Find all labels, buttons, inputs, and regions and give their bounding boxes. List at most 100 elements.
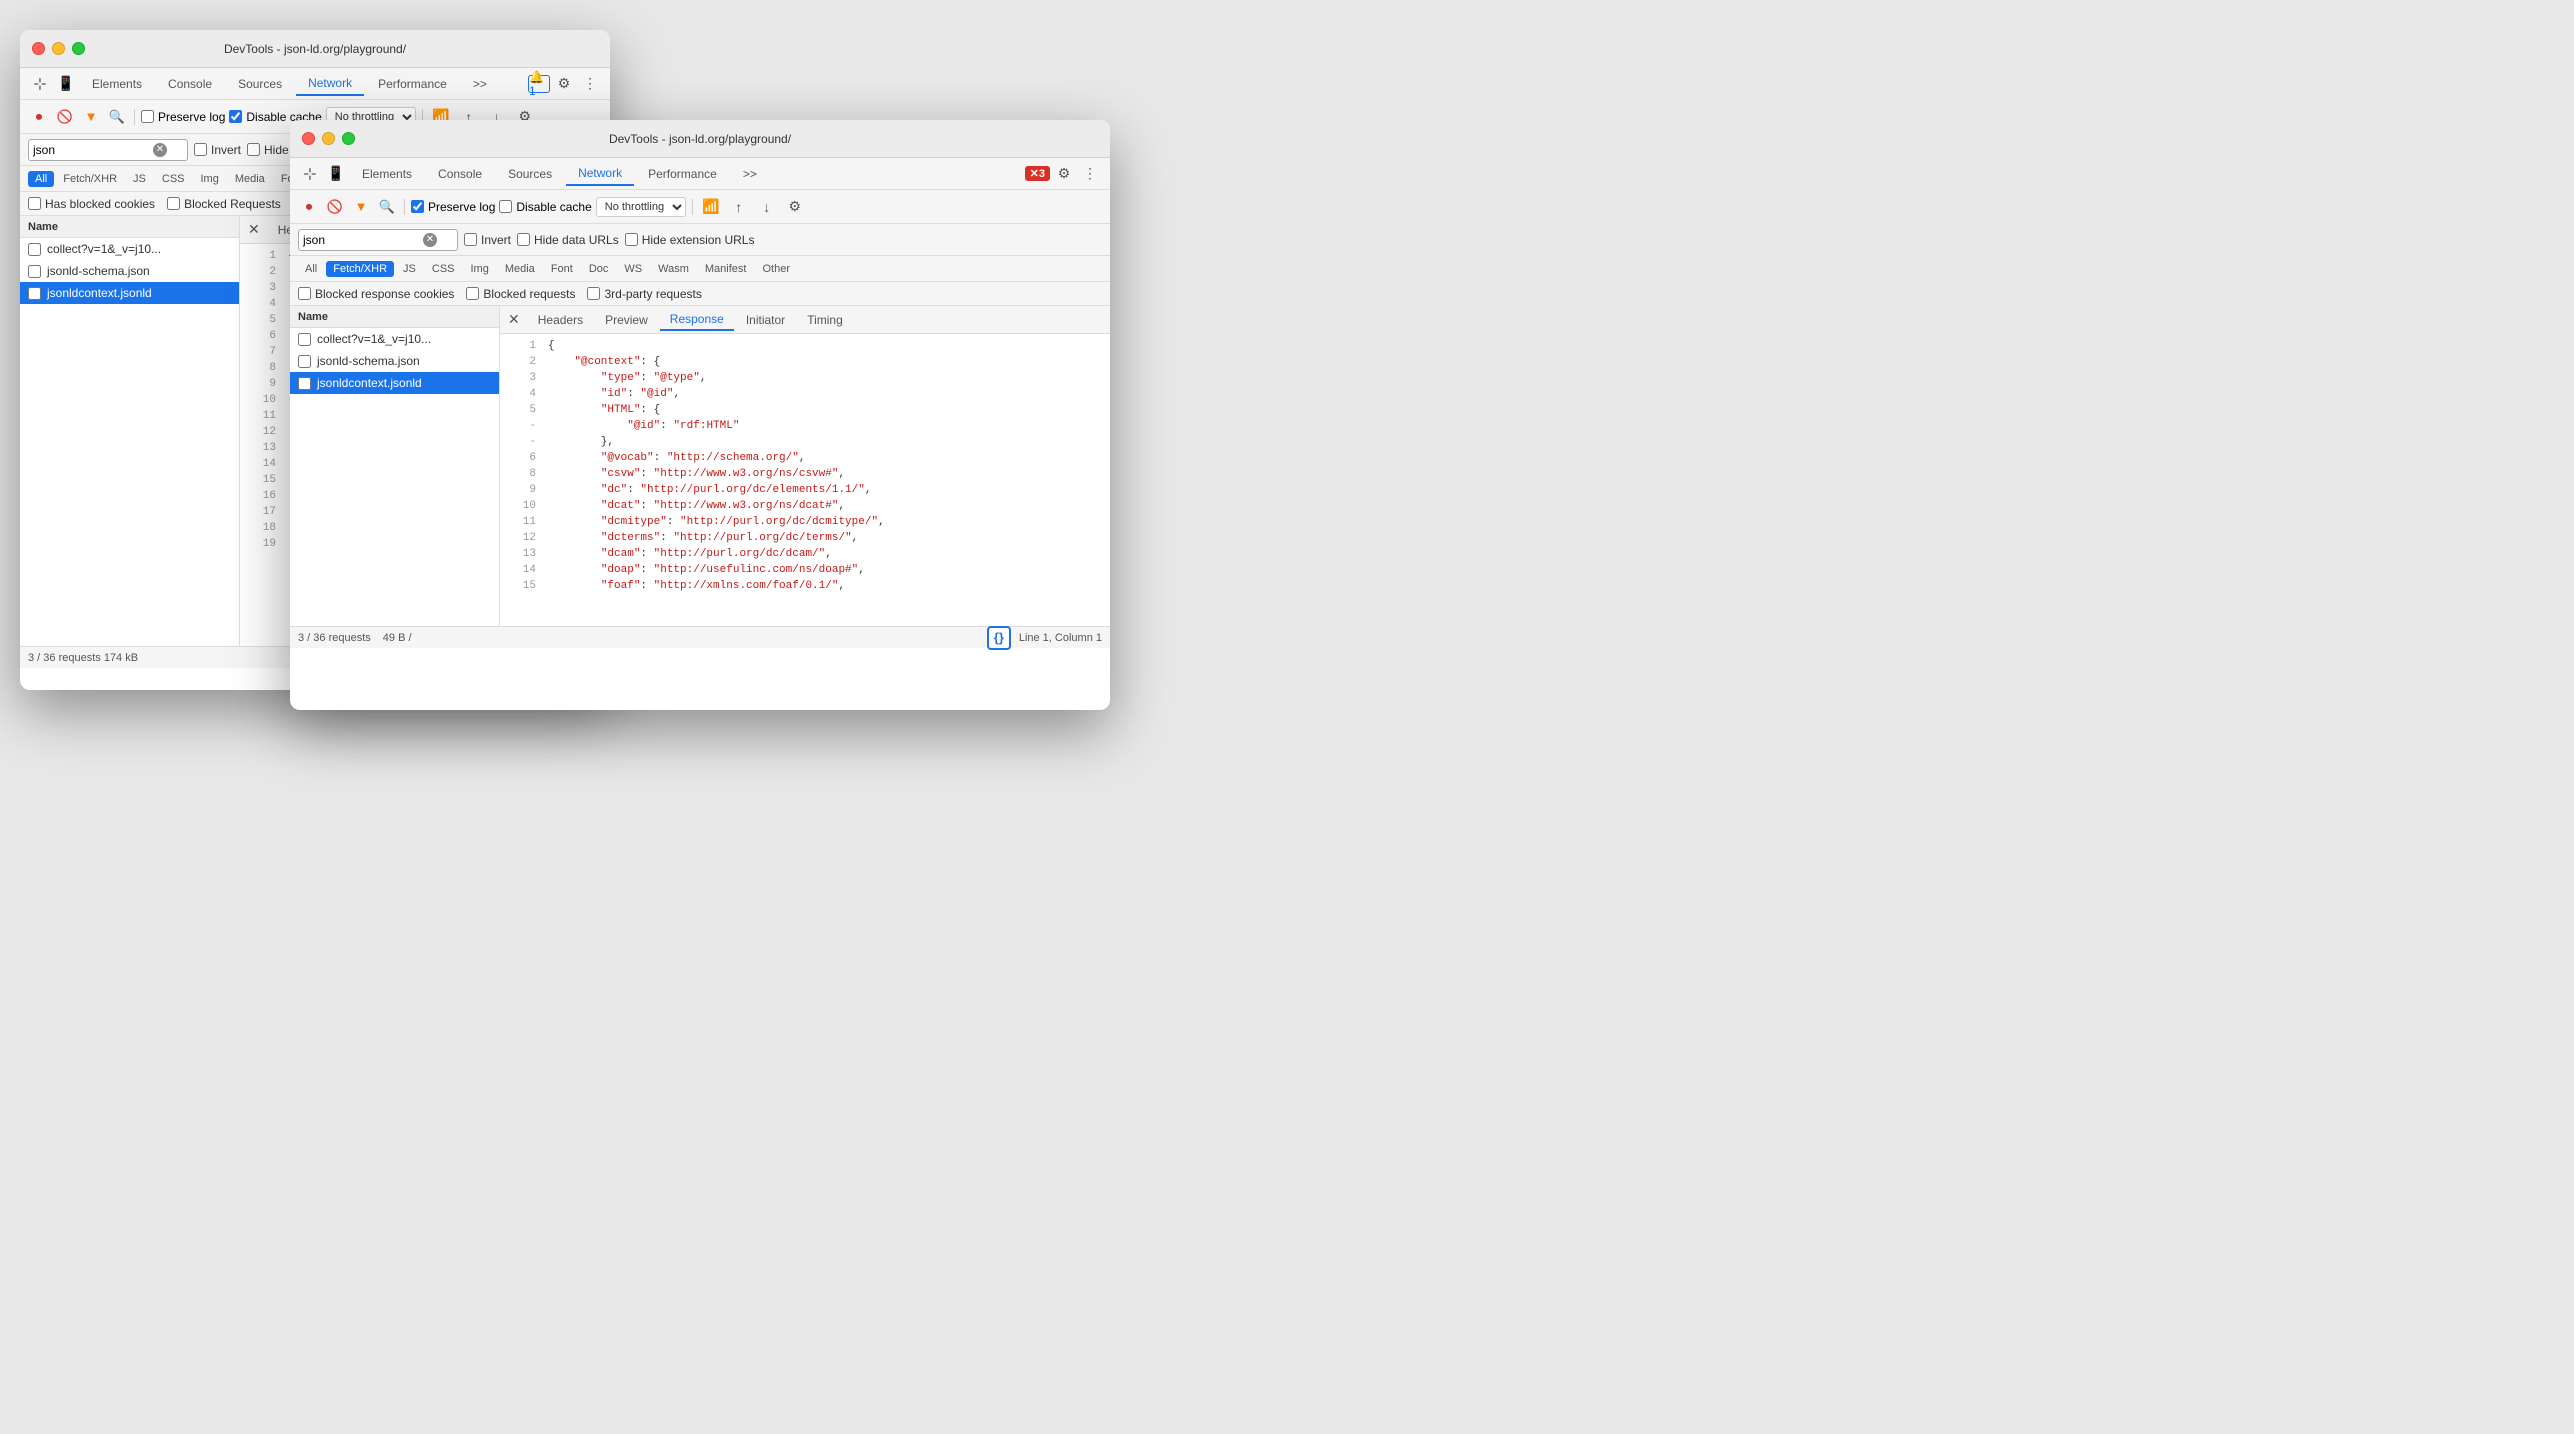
tab-performance[interactable]: Performance	[366, 73, 459, 95]
front-error-badge[interactable]: ✕ 3	[1025, 166, 1050, 181]
front-more-icon[interactable]: ⋮	[1078, 162, 1102, 186]
notifications-icon[interactable]: 🔔 1	[528, 75, 550, 93]
minimize-button[interactable]	[52, 42, 65, 55]
front-detail-response[interactable]: Response	[660, 309, 734, 331]
file-item-2[interactable]: jsonld-schema.json	[20, 260, 239, 282]
front-download-icon[interactable]: ↓	[755, 195, 779, 219]
front-tab-elements[interactable]: Elements	[350, 163, 424, 185]
front-filter-manifest[interactable]: Manifest	[698, 261, 754, 277]
front-detail-headers[interactable]: Headers	[528, 310, 593, 330]
tab-console[interactable]: Console	[156, 73, 224, 95]
front-preserve-log-checkbox[interactable]	[411, 200, 424, 213]
tab-sources[interactable]: Sources	[226, 73, 294, 95]
front-hide-data-urls-checkbox[interactable]	[517, 233, 530, 246]
tab-more[interactable]: >>	[461, 73, 499, 95]
pretty-print-button[interactable]: {}	[987, 626, 1011, 650]
front-hide-extension-urls-label[interactable]: Hide extension URLs	[625, 233, 755, 247]
file-checkbox-3[interactable]	[28, 287, 41, 300]
filter-media[interactable]: Media	[228, 171, 272, 187]
preserve-log-label[interactable]: Preserve log	[141, 110, 225, 124]
hide-data-urls-checkbox[interactable]	[247, 143, 260, 156]
close-button[interactable]	[32, 42, 45, 55]
maximize-button[interactable]	[72, 42, 85, 55]
front-filter-all[interactable]: All	[298, 261, 324, 277]
front-tab-network[interactable]: Network	[566, 162, 634, 186]
filter-fetch-xhr[interactable]: Fetch/XHR	[56, 171, 124, 187]
front-clear-button[interactable]: 🚫	[324, 196, 346, 218]
blocked-cookies-label[interactable]: Has blocked cookies	[28, 197, 155, 211]
invert-checkbox[interactable]	[194, 143, 207, 156]
front-detail-timing[interactable]: Timing	[797, 310, 853, 330]
disable-cache-checkbox[interactable]	[229, 110, 242, 123]
front-tab-performance[interactable]: Performance	[636, 163, 729, 185]
front-inspect-icon[interactable]: ⊹	[298, 162, 322, 186]
front-invert-checkbox[interactable]	[464, 233, 477, 246]
front-hide-data-urls-label[interactable]: Hide data URLs	[517, 233, 619, 247]
filter-js[interactable]: JS	[126, 171, 153, 187]
preserve-log-checkbox[interactable]	[141, 110, 154, 123]
front-device-icon[interactable]: 📱	[324, 162, 348, 186]
record-button[interactable]: ⏺	[28, 106, 50, 128]
front-hide-extension-urls-checkbox[interactable]	[625, 233, 638, 246]
front-blocked-requests-checkbox[interactable]	[466, 287, 479, 300]
front-upload-icon[interactable]: ↑	[727, 195, 751, 219]
front-close-button[interactable]	[302, 132, 315, 145]
front-filter-ws[interactable]: WS	[617, 261, 649, 277]
device-icon[interactable]: 📱	[54, 72, 78, 96]
front-file-item-2[interactable]: jsonld-schema.json	[290, 350, 499, 372]
back-search-box[interactable]: ✕	[28, 139, 188, 161]
front-filter-img[interactable]: Img	[464, 261, 496, 277]
front-close-detail-button[interactable]: ✕	[508, 311, 520, 328]
front-settings-icon[interactable]: ⚙	[1052, 162, 1076, 186]
blocked-cookies-checkbox[interactable]	[28, 197, 41, 210]
front-minimize-button[interactable]	[322, 132, 335, 145]
front-filter-wasm[interactable]: Wasm	[651, 261, 696, 277]
close-detail-button[interactable]: ✕	[248, 221, 260, 238]
file-item-1[interactable]: collect?v=1&_v=j10...	[20, 238, 239, 260]
front-filter-fetch-xhr[interactable]: Fetch/XHR	[326, 261, 394, 277]
file-checkbox-1[interactable]	[28, 243, 41, 256]
front-tab-console[interactable]: Console	[426, 163, 494, 185]
front-search-input[interactable]	[303, 233, 423, 247]
filter-all[interactable]: All	[28, 171, 54, 187]
settings-icon[interactable]: ⚙	[552, 72, 576, 96]
front-blocked-requests-label[interactable]: Blocked requests	[466, 287, 575, 301]
front-tab-sources[interactable]: Sources	[496, 163, 564, 185]
clear-search-button[interactable]: ✕	[153, 143, 167, 157]
front-invert-label[interactable]: Invert	[464, 233, 511, 247]
front-maximize-button[interactable]	[342, 132, 355, 145]
front-filter-font[interactable]: Font	[544, 261, 580, 277]
inspect-icon[interactable]: ⊹	[28, 72, 52, 96]
search-input[interactable]	[33, 143, 153, 157]
front-filter-doc[interactable]: Doc	[582, 261, 616, 277]
front-code-area[interactable]: 1 { 2 "@context": { 3 "type": "@type", 4…	[500, 334, 1110, 626]
front-blocked-cookies-checkbox[interactable]	[298, 287, 311, 300]
front-filter-button[interactable]: ▼	[350, 196, 372, 218]
front-filter-media[interactable]: Media	[498, 261, 542, 277]
front-settings2-icon[interactable]: ⚙	[783, 195, 807, 219]
front-tab-more[interactable]: >>	[731, 163, 769, 185]
blocked-requests-label[interactable]: Blocked Requests	[167, 197, 281, 211]
front-search-button[interactable]: 🔍	[376, 196, 398, 218]
front-third-party-checkbox[interactable]	[587, 287, 600, 300]
front-file-item-1[interactable]: collect?v=1&_v=j10...	[290, 328, 499, 350]
front-filter-other[interactable]: Other	[755, 261, 797, 277]
front-throttle-select[interactable]: No throttling Fast 3G Slow 3G	[596, 197, 686, 217]
file-item-3[interactable]: jsonldcontext.jsonld	[20, 282, 239, 304]
front-filter-css[interactable]: CSS	[425, 261, 462, 277]
front-disable-cache-label[interactable]: Disable cache	[499, 200, 591, 214]
filter-button[interactable]: ▼	[80, 106, 102, 128]
search-button[interactable]: 🔍	[106, 106, 128, 128]
file-checkbox-2[interactable]	[28, 265, 41, 278]
filter-img[interactable]: Img	[194, 171, 226, 187]
front-file-checkbox-1[interactable]	[298, 333, 311, 346]
front-detail-preview[interactable]: Preview	[595, 310, 658, 330]
front-preserve-log-label[interactable]: Preserve log	[411, 200, 495, 214]
front-file-item-3[interactable]: jsonldcontext.jsonld	[290, 372, 499, 394]
front-filter-js[interactable]: JS	[396, 261, 423, 277]
front-file-checkbox-3[interactable]	[298, 377, 311, 390]
front-record-button[interactable]: ⏺	[298, 196, 320, 218]
tab-network[interactable]: Network	[296, 72, 364, 96]
front-detail-initiator[interactable]: Initiator	[736, 310, 795, 330]
clear-button[interactable]: 🚫	[54, 106, 76, 128]
